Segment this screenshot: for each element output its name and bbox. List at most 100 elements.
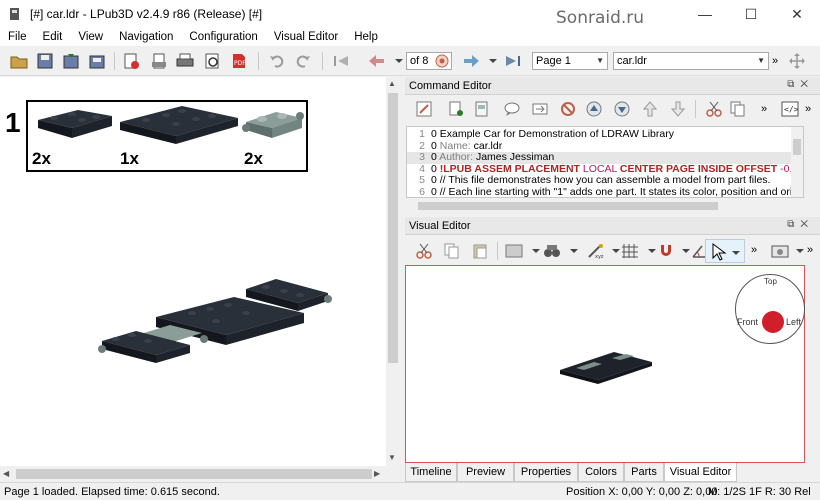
- scroll-thumb[interactable]: [388, 93, 398, 363]
- dock-buttons[interactable]: ⧉✕: [787, 219, 814, 230]
- menu-bar: File Edit View Navigation Configuration …: [0, 28, 820, 46]
- menu-navigation[interactable]: Navigation: [111, 31, 181, 43]
- tab-visual-editor[interactable]: Visual Editor: [664, 463, 737, 482]
- edit-icon[interactable]: [413, 98, 435, 120]
- save-copy-icon[interactable]: [86, 50, 108, 72]
- pointer-icon: [712, 243, 727, 261]
- go-top-icon[interactable]: [639, 98, 661, 120]
- editor-token: 0 // This file demonstrates how you can …: [431, 174, 771, 186]
- print-preview-icon[interactable]: [148, 50, 170, 72]
- save-as-icon[interactable]: [60, 50, 82, 72]
- editor-token: car.ldr: [470, 139, 503, 152]
- menu-configuration[interactable]: Configuration: [181, 31, 265, 43]
- scroll-right-icon[interactable]: ▶: [374, 469, 380, 478]
- insert-icon[interactable]: [445, 98, 467, 120]
- scroll-down-icon[interactable]: ▼: [388, 453, 396, 462]
- undo-icon[interactable]: [266, 50, 288, 72]
- find-part-icon[interactable]: [541, 240, 563, 262]
- page-view[interactable]: 1 2x 1x 2x: [0, 77, 386, 482]
- scroll-thumb[interactable]: [793, 139, 801, 155]
- watermark: Sonraid.ru: [556, 8, 645, 28]
- visual-editor-viewport[interactable]: Top Front Left: [405, 265, 805, 463]
- close-file-icon[interactable]: [120, 50, 142, 72]
- model-file-select[interactable]: car.ldr ▼: [613, 52, 769, 70]
- next-page-icon[interactable]: [460, 50, 482, 72]
- tab-colors[interactable]: Colors: [578, 463, 624, 482]
- scroll-left-icon[interactable]: ◀: [3, 469, 9, 478]
- print-icon[interactable]: [174, 50, 196, 72]
- view-cube[interactable]: Top Front Left: [735, 274, 805, 344]
- tab-properties[interactable]: Properties: [514, 463, 578, 482]
- render-box-icon[interactable]: [503, 240, 525, 262]
- dropdown-arrow-icon[interactable]: [563, 240, 585, 262]
- scroll-up-icon[interactable]: ▲: [388, 79, 396, 88]
- view-cube-center[interactable]: [762, 311, 784, 333]
- toolbar-overflow-button[interactable]: »: [807, 244, 813, 256]
- page-edit-icon[interactable]: [471, 98, 493, 120]
- toolbar-overflow-button[interactable]: »: [805, 103, 811, 115]
- tab-timeline[interactable]: Timeline: [405, 463, 457, 482]
- dock-buttons[interactable]: ⧉✕: [787, 79, 814, 90]
- editor-token: CENTER PAGE INSIDE OFFSET: [619, 162, 778, 175]
- block-icon[interactable]: [557, 98, 579, 120]
- menu-help[interactable]: Help: [346, 31, 386, 43]
- view-cube-top[interactable]: Top: [764, 277, 777, 286]
- page-number-field[interactable]: of 8: [406, 52, 452, 70]
- editor-line[interactable]: 6 0 // Each line starting with "1" adds o…: [407, 186, 803, 197]
- cut-icon[interactable]: [703, 98, 725, 120]
- magnet-icon[interactable]: [655, 240, 677, 262]
- view-cube-left[interactable]: Left: [786, 317, 801, 327]
- last-page-icon[interactable]: [502, 50, 524, 72]
- command-editor-text[interactable]: 1 0 Example Car for Demonstration of LDRA…: [406, 126, 804, 198]
- editor-horizontal-scrollbar[interactable]: [406, 200, 804, 212]
- previous-page-icon[interactable]: [366, 50, 388, 72]
- close-button[interactable]: ✕: [774, 0, 820, 28]
- zoom-preview-icon[interactable]: [202, 50, 224, 72]
- go-bottom-icon[interactable]: [667, 98, 689, 120]
- menu-visual-editor[interactable]: Visual Editor: [266, 31, 346, 43]
- go-page-icon[interactable]: [435, 54, 449, 68]
- scroll-thumb[interactable]: [16, 469, 372, 479]
- code-view-icon[interactable]: </>: [779, 98, 801, 120]
- editor-vertical-scrollbar[interactable]: [791, 127, 803, 197]
- next-page-menu-icon[interactable]: [482, 50, 504, 72]
- scroll-thumb[interactable]: [418, 202, 718, 210]
- toolbar-overflow-button[interactable]: »: [761, 103, 767, 115]
- tab-preview[interactable]: Preview: [457, 463, 514, 482]
- grid-snap-icon[interactable]: [619, 240, 641, 262]
- arrow-right-box-icon[interactable]: [529, 98, 551, 120]
- maximize-button[interactable]: ☐: [728, 0, 774, 28]
- move-down-icon[interactable]: [611, 98, 633, 120]
- comment-icon[interactable]: [501, 98, 523, 120]
- paste-icon[interactable]: [469, 240, 491, 262]
- viewport-model-image: [560, 352, 652, 384]
- menu-file[interactable]: File: [0, 31, 35, 43]
- minimize-button[interactable]: —: [682, 0, 728, 28]
- tab-parts[interactable]: Parts: [624, 463, 664, 482]
- move-up-icon[interactable]: [583, 98, 605, 120]
- first-page-icon[interactable]: [330, 50, 352, 72]
- copy-icon[interactable]: [441, 240, 463, 262]
- cut-icon[interactable]: [413, 240, 435, 262]
- menu-edit[interactable]: Edit: [35, 31, 71, 43]
- view-cube-front[interactable]: Front: [737, 317, 758, 327]
- move-handle-icon[interactable]: [786, 50, 808, 72]
- toolbar-overflow-button[interactable]: »: [772, 55, 778, 67]
- page-horizontal-scrollbar[interactable]: ◀ ▶: [0, 466, 386, 482]
- transform-xyz-icon[interactable]: xyz: [585, 240, 607, 262]
- copy-icon[interactable]: [727, 98, 749, 120]
- menu-view[interactable]: View: [70, 31, 111, 43]
- camera-view-icon[interactable]: [769, 240, 791, 262]
- redo-icon[interactable]: [292, 50, 314, 72]
- export-pdf-icon[interactable]: PDF: [228, 50, 250, 72]
- wheel-holder-part: [242, 112, 304, 138]
- part-quantity: 2x: [244, 149, 263, 168]
- parts-list-box[interactable]: 2x 1x 2x: [26, 100, 308, 172]
- toolbar-overflow-button[interactable]: »: [751, 244, 757, 256]
- select-tool-button[interactable]: [705, 239, 745, 263]
- save-icon[interactable]: [34, 50, 56, 72]
- page-select[interactable]: Page 1 ▼: [532, 52, 608, 70]
- assembly-model-image: [98, 279, 332, 363]
- open-folder-icon[interactable]: [8, 50, 30, 72]
- page-vertical-scrollbar[interactable]: ▲ ▼: [386, 77, 400, 482]
